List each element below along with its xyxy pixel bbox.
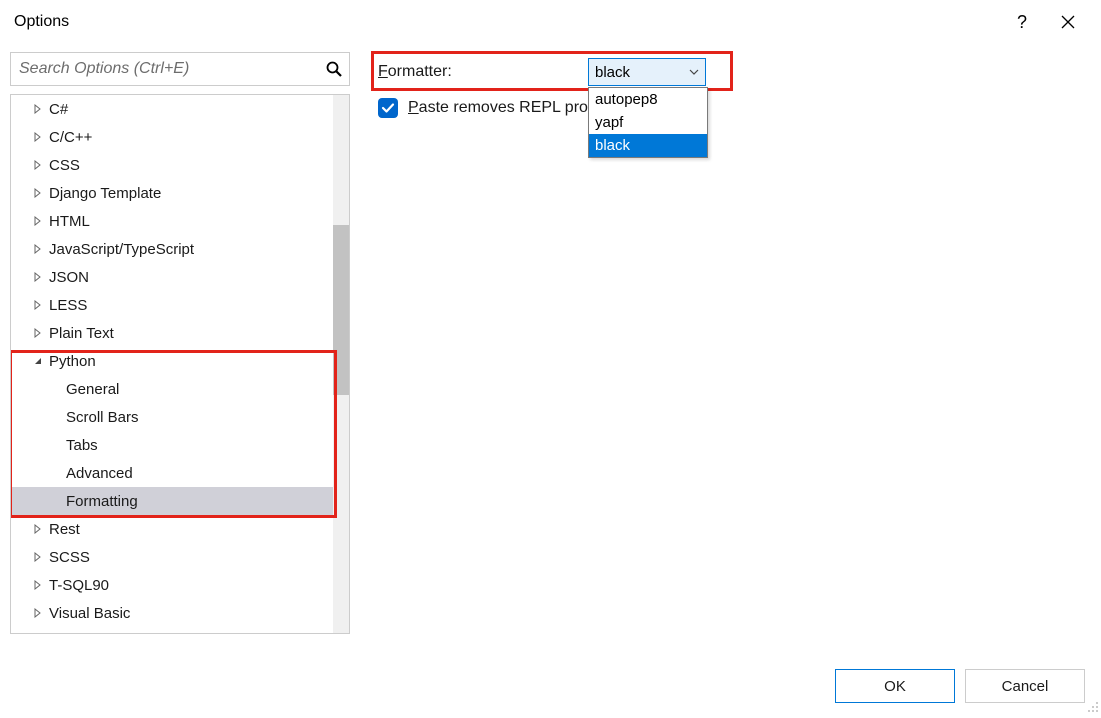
tree-item-general[interactable]: General: [11, 375, 333, 403]
options-tree: C# C/C++ CSS Django Template HTML JavaScript/…: [10, 94, 350, 634]
arrow-collapsed-icon[interactable]: [31, 328, 45, 338]
arrow-collapsed-icon[interactable]: [31, 580, 45, 590]
dialog-footer: OK Cancel: [835, 669, 1085, 703]
formatter-option-black[interactable]: black: [589, 134, 707, 157]
content-area: C# C/C++ CSS Django Template HTML JavaScript/…: [0, 44, 1101, 634]
tree-item-plain-text[interactable]: Plain Text: [11, 319, 333, 347]
tree-item-label: Visual Basic: [49, 605, 130, 622]
tree-item-label: Python: [49, 353, 96, 370]
arrow-collapsed-icon[interactable]: [31, 552, 45, 562]
tree-item-label: Scroll Bars: [66, 409, 139, 426]
search-input[interactable]: [11, 60, 319, 78]
left-panel: C# C/C++ CSS Django Template HTML JavaScript/…: [10, 52, 350, 634]
tree-item-django-template[interactable]: Django Template: [11, 179, 333, 207]
tree-scrollbar-track[interactable]: [333, 95, 349, 633]
tree-item-label: Advanced: [66, 465, 133, 482]
ok-button[interactable]: OK: [835, 669, 955, 703]
arrow-collapsed-icon[interactable]: [31, 244, 45, 254]
tree-item-label: LESS: [49, 297, 87, 314]
tree-item-scroll-bars[interactable]: Scroll Bars: [11, 403, 333, 431]
formatter-option-yapf[interactable]: yapf: [589, 111, 707, 134]
search-icon[interactable]: [319, 60, 349, 78]
arrow-collapsed-icon[interactable]: [31, 524, 45, 534]
check-icon: [381, 101, 395, 115]
tree-item-label: Tabs: [66, 437, 98, 454]
tree-item-python[interactable]: Python: [11, 347, 333, 375]
close-button[interactable]: [1045, 6, 1091, 38]
arrow-collapsed-icon[interactable]: [31, 160, 45, 170]
formatter-combobox[interactable]: black autopep8yapfblack: [588, 58, 706, 86]
arrow-collapsed-icon[interactable]: [31, 608, 45, 618]
tree-item-json[interactable]: JSON: [11, 263, 333, 291]
tree-item-label: Rest: [49, 521, 80, 538]
tree-item-label: JavaScript/TypeScript: [49, 241, 194, 258]
paste-removes-repl-checkbox[interactable]: [378, 98, 398, 118]
resize-grip-icon[interactable]: [1085, 699, 1099, 713]
tree-item-label: Plain Text: [49, 325, 114, 342]
tree-item-tabs[interactable]: Tabs: [11, 431, 333, 459]
formatter-row: Formatter: black autopep8yapfblack: [378, 56, 1091, 88]
arrow-collapsed-icon[interactable]: [31, 216, 45, 226]
tree-item-formatting[interactable]: Formatting: [11, 487, 333, 515]
tree-item-label: Django Template: [49, 185, 161, 202]
tree-item-less[interactable]: LESS: [11, 291, 333, 319]
paste-removes-repl-row[interactable]: Paste removes REPL prompts: [378, 98, 1091, 118]
tree-item-label: C#: [49, 101, 68, 118]
tree-item-label: C/C++: [49, 129, 92, 146]
tree-item-visual-basic[interactable]: Visual Basic: [11, 599, 333, 627]
formatter-label: Formatter:: [378, 63, 588, 81]
title-bar: Options ?: [0, 0, 1101, 44]
tree-item-css[interactable]: CSS: [11, 151, 333, 179]
arrow-expanded-icon[interactable]: [31, 356, 45, 366]
tree-item-label: SCSS: [49, 549, 90, 566]
search-box[interactable]: [10, 52, 350, 86]
settings-panel: Formatter: black autopep8yapfblack Paste…: [350, 52, 1091, 634]
arrow-collapsed-icon[interactable]: [31, 188, 45, 198]
arrow-collapsed-icon[interactable]: [31, 300, 45, 310]
tree-item-t-sql90[interactable]: T-SQL90: [11, 571, 333, 599]
chevron-down-icon: [689, 67, 699, 78]
tree-item-label: CSS: [49, 157, 80, 174]
help-button[interactable]: ?: [999, 6, 1045, 38]
formatter-dropdown-list: autopep8yapfblack: [588, 87, 708, 158]
tree-item-c-c-[interactable]: C/C++: [11, 123, 333, 151]
tree-scrollbar-thumb[interactable]: [333, 225, 349, 395]
tree-item-c-[interactable]: C#: [11, 95, 333, 123]
tree-item-label: Formatting: [66, 493, 138, 510]
arrow-collapsed-icon[interactable]: [31, 272, 45, 282]
tree-item-label: T-SQL90: [49, 577, 109, 594]
tree-item-label: HTML: [49, 213, 90, 230]
cancel-button[interactable]: Cancel: [965, 669, 1085, 703]
arrow-collapsed-icon[interactable]: [31, 104, 45, 114]
arrow-collapsed-icon[interactable]: [31, 132, 45, 142]
tree-item-scss[interactable]: SCSS: [11, 543, 333, 571]
window-title: Options: [14, 13, 999, 31]
formatter-option-autopep8[interactable]: autopep8: [589, 88, 707, 111]
tree-item-label: JSON: [49, 269, 89, 286]
formatter-value: black: [595, 64, 630, 81]
tree-item-html[interactable]: HTML: [11, 207, 333, 235]
tree-item-javascript-typescript[interactable]: JavaScript/TypeScript: [11, 235, 333, 263]
tree-item-label: General: [66, 381, 119, 398]
close-icon: [1061, 15, 1075, 29]
tree-item-advanced[interactable]: Advanced: [11, 459, 333, 487]
tree-item-rest[interactable]: Rest: [11, 515, 333, 543]
